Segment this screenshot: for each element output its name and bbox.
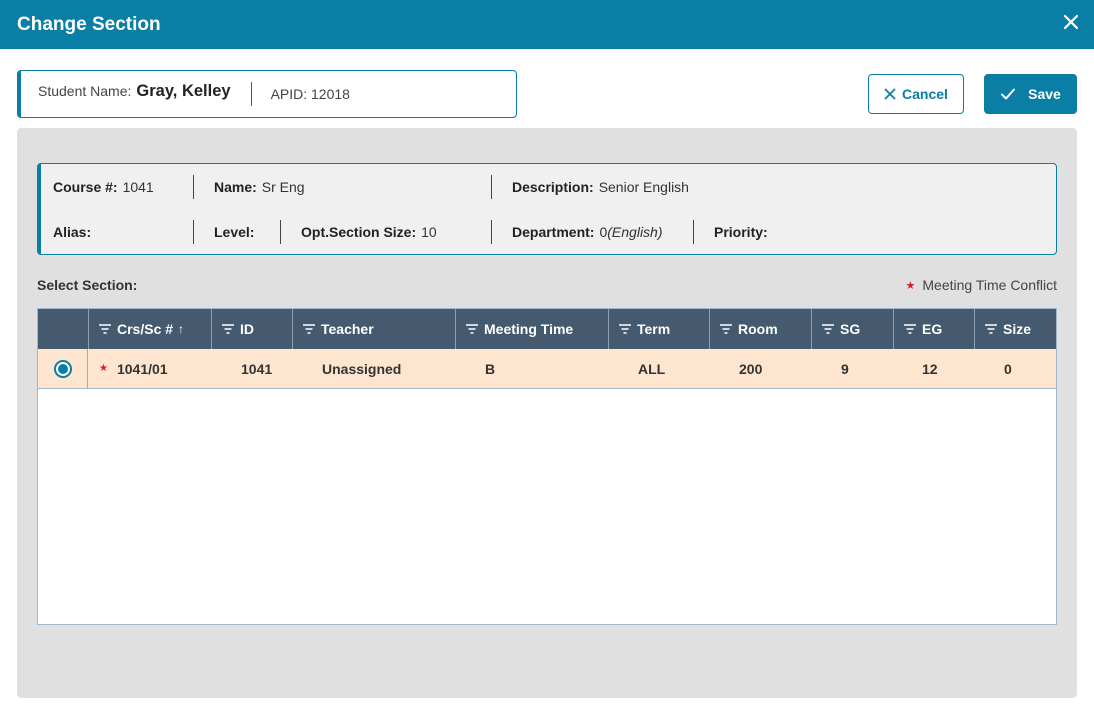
column-header-id[interactable]: ID — [211, 309, 292, 349]
column-label: Teacher — [321, 321, 374, 337]
course-number-value: 1041 — [122, 179, 154, 195]
student-info-card: Student Name: Gray, Kelley APID: 12018 — [17, 70, 517, 118]
divider — [491, 175, 492, 199]
column-header-sg[interactable]: SG — [811, 309, 893, 349]
filter-icon[interactable] — [222, 324, 234, 334]
divider — [491, 220, 492, 244]
cell-size: 0 — [1004, 360, 1012, 377]
save-button[interactable]: Save — [984, 74, 1077, 114]
filter-icon[interactable] — [720, 324, 732, 334]
column-header-eg[interactable]: EG — [893, 309, 974, 349]
course-description: Description: Senior English — [512, 177, 689, 197]
conflict-legend-text: Meeting Time Conflict — [922, 277, 1057, 293]
student-apid: APID: 12018 — [270, 86, 350, 102]
student-name-group: Student Name: Gray, Kelley — [21, 82, 252, 106]
course-description-value: Senior English — [598, 179, 689, 195]
course-alias: Alias: — [53, 222, 96, 242]
student-name-label: Student Name: — [38, 83, 132, 99]
cell-crs-sc: ★ 1041/01 — [99, 349, 168, 388]
course-name-value: Sr Eng — [261, 179, 305, 195]
course-opt-section-size: Opt.Section Size: 10 — [301, 222, 437, 242]
cell-teacher: Unassigned — [322, 360, 402, 377]
filter-icon[interactable] — [303, 324, 315, 334]
course-name: Name: Sr Eng — [214, 177, 305, 197]
course-level: Level: — [214, 222, 259, 242]
course-alias-label: Alias: — [53, 224, 92, 240]
close-icon — [884, 88, 896, 100]
grid-header: Crs/Sc # ↑ ID Teacher Meeting Time Term — [38, 309, 1056, 349]
student-name-value: Gray, Kelley — [136, 82, 231, 100]
select-section-label: Select Section: — [37, 277, 138, 293]
course-priority: Priority: — [714, 222, 773, 242]
conflict-legend: ★ Meeting Time Conflict — [906, 277, 1057, 293]
cell-room: 200 — [739, 360, 763, 377]
filter-icon[interactable] — [822, 324, 834, 334]
filter-icon[interactable] — [619, 324, 631, 334]
radio-selected-dot — [57, 363, 68, 374]
column-label: Term — [637, 321, 671, 337]
column-header-size[interactable]: Size — [974, 309, 1056, 349]
column-label: ID — [240, 321, 254, 337]
column-header-room[interactable]: Room — [709, 309, 811, 349]
close-icon[interactable] — [1060, 10, 1082, 34]
column-label: Crs/Sc # — [117, 321, 174, 337]
priority-label: Priority: — [714, 224, 768, 240]
dialog-title: Change Section — [17, 13, 161, 35]
sort-ascending-icon: ↑ — [178, 322, 185, 336]
divider — [193, 220, 194, 244]
department-value: 0(English) — [599, 224, 662, 240]
column-label: Meeting Time — [484, 321, 574, 337]
column-label: EG — [922, 321, 943, 337]
conflict-star-icon: ★ — [905, 279, 916, 292]
course-info-card: Course #: 1041 Name: Sr Eng Description:… — [37, 163, 1057, 255]
column-header-select — [38, 309, 88, 349]
column-label: Room — [738, 321, 778, 337]
course-description-label: Description: — [512, 179, 594, 195]
divider — [693, 220, 694, 244]
course-number-label: Course #: — [53, 179, 118, 195]
cancel-button[interactable]: Cancel — [868, 74, 964, 114]
sections-grid: Crs/Sc # ↑ ID Teacher Meeting Time Term — [37, 308, 1057, 625]
column-header-meeting-time[interactable]: Meeting Time — [455, 309, 608, 349]
row-select-cell — [38, 349, 88, 388]
divider — [193, 175, 194, 199]
opt-section-size-label: Opt.Section Size: — [301, 224, 417, 240]
course-department: Department: 0(English) — [512, 222, 663, 242]
department-name: (English) — [607, 224, 663, 240]
table-row[interactable]: ★ 1041/01 1041 Unassigned B ALL 200 9 12… — [38, 349, 1056, 389]
course-level-label: Level: — [214, 224, 255, 240]
column-label: Size — [1003, 321, 1032, 337]
course-number: Course #: 1041 — [53, 177, 154, 197]
course-info-row: Course #: 1041 Name: Sr Eng Description:… — [41, 175, 1056, 199]
cell-eg: 12 — [922, 360, 938, 377]
cell-sg: 9 — [841, 360, 849, 377]
opt-section-size-value: 10 — [421, 224, 437, 240]
cell-id: 1041 — [241, 360, 273, 377]
cell-term: ALL — [638, 360, 666, 377]
column-header-term[interactable]: Term — [608, 309, 709, 349]
conflict-star-icon: ★ — [99, 363, 108, 374]
section-panel: Course #: 1041 Name: Sr Eng Description:… — [17, 128, 1077, 698]
cell-meeting-time: B — [485, 360, 496, 377]
section-radio[interactable] — [53, 359, 72, 378]
course-info-row: Alias: Level: Opt.Section Size: 10 Depar… — [41, 220, 1056, 244]
dialog-titlebar: Change Section — [0, 0, 1094, 49]
save-button-label: Save — [1028, 86, 1061, 102]
column-header-crs-sc[interactable]: Crs/Sc # ↑ — [88, 309, 211, 349]
department-label: Department: — [512, 224, 595, 240]
divider — [280, 220, 281, 244]
check-icon — [1001, 88, 1016, 100]
cancel-button-label: Cancel — [902, 86, 948, 102]
filter-icon[interactable] — [904, 324, 916, 334]
course-name-label: Name: — [214, 179, 257, 195]
column-header-teacher[interactable]: Teacher — [292, 309, 455, 349]
column-label: SG — [840, 321, 861, 337]
filter-icon[interactable] — [466, 324, 478, 334]
filter-icon[interactable] — [99, 324, 111, 334]
filter-icon[interactable] — [985, 324, 997, 334]
cell-value: 1041/01 — [116, 360, 168, 377]
